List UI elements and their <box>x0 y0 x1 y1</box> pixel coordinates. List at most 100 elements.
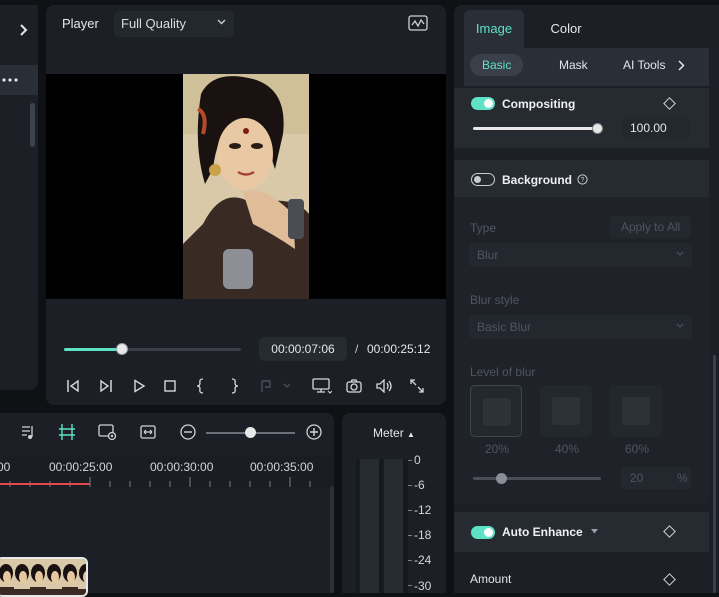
video-clip[interactable] <box>0 557 88 597</box>
snap-icon[interactable] <box>58 423 76 441</box>
blur-style-select[interactable]: Basic Blur <box>469 315 692 339</box>
chevron-right-icon[interactable] <box>678 60 685 71</box>
keyframe-diamond-icon[interactable] <box>663 97 676 110</box>
blur-level-slider[interactable] <box>473 473 601 484</box>
apply-to-all-button[interactable]: Apply to All <box>610 216 691 238</box>
blur-level-label: Level of blur <box>470 365 536 379</box>
playback-progress[interactable] <box>64 343 241 355</box>
next-frame-button[interactable] <box>97 377 115 395</box>
meter-title-label: Meter <box>373 426 404 440</box>
timeline-scrollbar[interactable] <box>330 486 334 593</box>
blur-preset-40[interactable] <box>540 385 592 437</box>
ruler-label: 00:00:35:00 <box>250 460 314 474</box>
media-panel-header <box>0 5 38 55</box>
play-icon <box>134 379 146 393</box>
blur-preset-20[interactable] <box>470 385 522 437</box>
keyframe-diamond-icon[interactable] <box>663 525 676 538</box>
step-forward-icon <box>100 379 112 393</box>
inspector-panel: Image Color Basic Mask AI Tools Composit… <box>454 5 719 593</box>
subtab-basic[interactable]: Basic <box>470 54 524 76</box>
blur-preset-label: 20% <box>485 442 510 456</box>
quality-value: Full Quality <box>121 16 187 31</box>
player-title: Player <box>62 16 99 31</box>
caret-up-icon: ▲ <box>407 430 415 439</box>
meter-scale-label: -30 <box>414 579 432 593</box>
opacity-slider-handle[interactable] <box>592 123 603 134</box>
display-settings-button[interactable] <box>312 377 332 395</box>
mark-out-icon <box>231 378 239 394</box>
prev-frame-button[interactable] <box>64 377 82 395</box>
type-label: Type <box>470 221 497 235</box>
subtab-ai-tools[interactable]: AI Tools <box>611 54 677 76</box>
type-select[interactable]: Blur <box>469 243 692 267</box>
auto-enhance-toggle[interactable] <box>471 526 495 539</box>
blur-preset-label: 60% <box>625 442 650 456</box>
expand-icon <box>410 379 424 393</box>
time-separator: / <box>355 342 359 356</box>
preview-render-icon[interactable] <box>98 423 118 441</box>
inspector-tabs: Image Color <box>454 5 719 48</box>
opacity-value-box[interactable]: 100.00 <box>621 117 691 139</box>
tab-image-label: Image <box>475 21 513 36</box>
opacity-slider[interactable] <box>473 123 603 134</box>
mark-out-button[interactable] <box>225 377 243 395</box>
current-time-box[interactable]: 00:00:07:06 <box>259 337 347 361</box>
chevron-down-icon <box>217 19 226 25</box>
quality-select[interactable]: Full Quality <box>114 11 234 37</box>
media-item-selected[interactable] <box>0 65 38 95</box>
auto-enhance-title: Auto Enhance <box>502 525 583 539</box>
marker-icon <box>261 380 290 392</box>
fit-timeline-icon[interactable] <box>139 423 157 441</box>
media-panel <box>0 5 38 390</box>
zoom-slider-handle[interactable] <box>245 427 256 438</box>
keyframe-diamond-icon[interactable] <box>663 573 676 586</box>
compositing-toggle[interactable] <box>471 97 495 110</box>
meter-title[interactable]: Meter ▲ <box>342 426 446 440</box>
meter-scale-label: -12 <box>414 503 432 517</box>
step-back-icon <box>67 379 79 393</box>
zoom-in-icon[interactable] <box>305 423 323 441</box>
blur-style-label: Blur style <box>470 293 520 307</box>
meter-bars <box>356 459 408 593</box>
blur-preset-label: 40% <box>555 442 580 456</box>
blur-level-slider-handle[interactable] <box>496 473 507 484</box>
clip-thumbnails <box>0 559 86 595</box>
meter-scale-label: -24 <box>414 553 432 567</box>
subtab-mask[interactable]: Mask <box>547 54 600 76</box>
blur-style-value: Basic Blur <box>477 320 532 334</box>
chevron-right-icon[interactable] <box>20 24 28 36</box>
blur-level-value-box[interactable]: 20 % <box>621 467 691 489</box>
ruler-ticks <box>9 477 311 487</box>
mark-in-button[interactable] <box>192 377 210 395</box>
monitor-icon <box>312 378 332 394</box>
progress-handle[interactable] <box>116 343 129 355</box>
player-toolbar: Player Full Quality <box>46 5 446 43</box>
video-preview[interactable] <box>46 74 446 299</box>
inspector-scrollbar[interactable] <box>713 355 716 593</box>
music-note-icon[interactable] <box>19 423 37 441</box>
help-icon[interactable]: ? <box>577 174 588 185</box>
fullscreen-button[interactable] <box>408 377 426 395</box>
caret-down-icon[interactable] <box>591 529 598 534</box>
volume-button[interactable] <box>376 377 394 395</box>
total-time: 00:00:25:12 <box>367 342 431 356</box>
zoom-out-icon[interactable] <box>179 423 197 441</box>
tab-color[interactable]: Color <box>536 10 596 48</box>
marker-menu-button[interactable] <box>258 377 292 395</box>
ruler-label: 00 <box>0 460 11 474</box>
media-scrollbar[interactable] <box>30 103 35 147</box>
video-frame-image <box>183 74 309 299</box>
type-value: Blur <box>477 248 499 262</box>
stop-button[interactable] <box>161 377 179 395</box>
waveform-icon[interactable] <box>408 15 428 31</box>
compositing-section: Compositing 100.00 <box>454 88 709 148</box>
tab-image[interactable]: Image <box>464 10 524 48</box>
snapshot-button[interactable] <box>345 377 363 395</box>
more-options-icon[interactable] <box>2 78 18 82</box>
background-toggle[interactable] <box>471 173 495 186</box>
play-button[interactable] <box>130 377 148 395</box>
meter-scale-label: -18 <box>414 528 432 542</box>
meter-tick <box>408 460 412 461</box>
blur-preset-60[interactable] <box>610 385 662 437</box>
current-time: 00:00:07:06 <box>271 342 335 356</box>
